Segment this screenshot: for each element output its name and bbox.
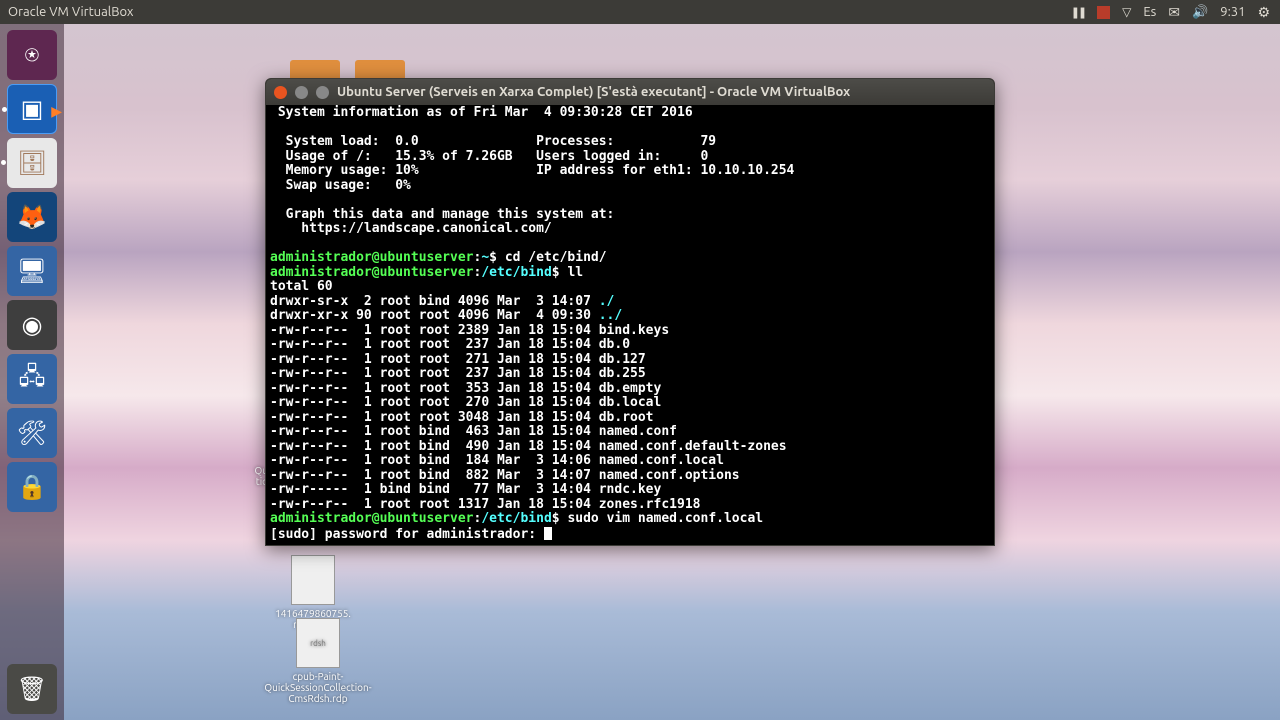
desktop-file-label: cpub-Paint-QuickSessionCollection-CmsRds… (258, 671, 378, 704)
file-icon: rdsh (296, 618, 340, 668)
vault-launcher-icon[interactable]: 🔒 (7, 462, 57, 512)
vm-stop-indicator-icon[interactable] (1097, 6, 1110, 19)
dash-home-icon[interactable]: ⍟ (7, 30, 57, 80)
window-maximize-button[interactable] (316, 86, 329, 99)
messages-icon[interactable] (1168, 4, 1180, 21)
disc-burner-launcher-icon[interactable]: ◉ (7, 300, 57, 350)
firefox-launcher-icon[interactable]: 🦊 (7, 192, 57, 242)
virtualbox-vm-window: Ubuntu Server (Serveis en Xarxa Complet)… (265, 78, 995, 546)
window-close-button[interactable] (274, 86, 287, 99)
vm-titlebar[interactable]: Ubuntu Server (Serveis en Xarxa Complet)… (266, 79, 994, 105)
virtualbox-launcher-icon[interactable]: ▣▶ (7, 84, 57, 134)
obscured-desktop-label: Qu tio (228, 465, 268, 487)
vm-pause-indicator-icon[interactable] (1071, 5, 1085, 19)
clock[interactable]: 9:31 (1220, 5, 1245, 19)
desktop-file-rdp[interactable]: rdsh cpub-Paint-QuickSessionCollection-C… (258, 618, 378, 704)
window-minimize-button[interactable] (295, 86, 308, 99)
system-gear-icon[interactable] (1257, 4, 1270, 21)
desktop-wallpaper: Oracle VM VirtualBox Es 9:31 ⍟ ▣▶ 🗄 🦊 🖥 … (0, 0, 1280, 720)
remote-desktop-launcher-icon[interactable]: 🖥 (7, 246, 57, 296)
preferences-launcher-icon[interactable]: 🛠 (7, 408, 57, 458)
network-icon[interactable] (1122, 5, 1131, 19)
active-window-title: Oracle VM VirtualBox (8, 5, 134, 19)
vm-console[interactable]: System information as of Fri Mar 4 09:30… (266, 105, 994, 545)
file-icon (291, 555, 335, 605)
trash-launcher-icon[interactable]: 🗑 (7, 664, 57, 714)
volume-icon[interactable] (1192, 5, 1208, 20)
unity-launcher: ⍟ ▣▶ 🗄 🦊 🖥 ◉ 🖧 🛠 🔒 🗑 (0, 24, 64, 720)
top-menu-bar: Oracle VM VirtualBox Es 9:31 (0, 0, 1280, 24)
focused-arrow-icon: ▶ (51, 103, 62, 120)
terminal-cursor (544, 527, 552, 540)
files-launcher-icon[interactable]: 🗄 (7, 138, 57, 188)
vm-window-title: Ubuntu Server (Serveis en Xarxa Complet)… (337, 85, 850, 99)
keyboard-layout-indicator[interactable]: Es (1143, 5, 1156, 19)
network-tool-launcher-icon[interactable]: 🖧 (7, 354, 57, 404)
